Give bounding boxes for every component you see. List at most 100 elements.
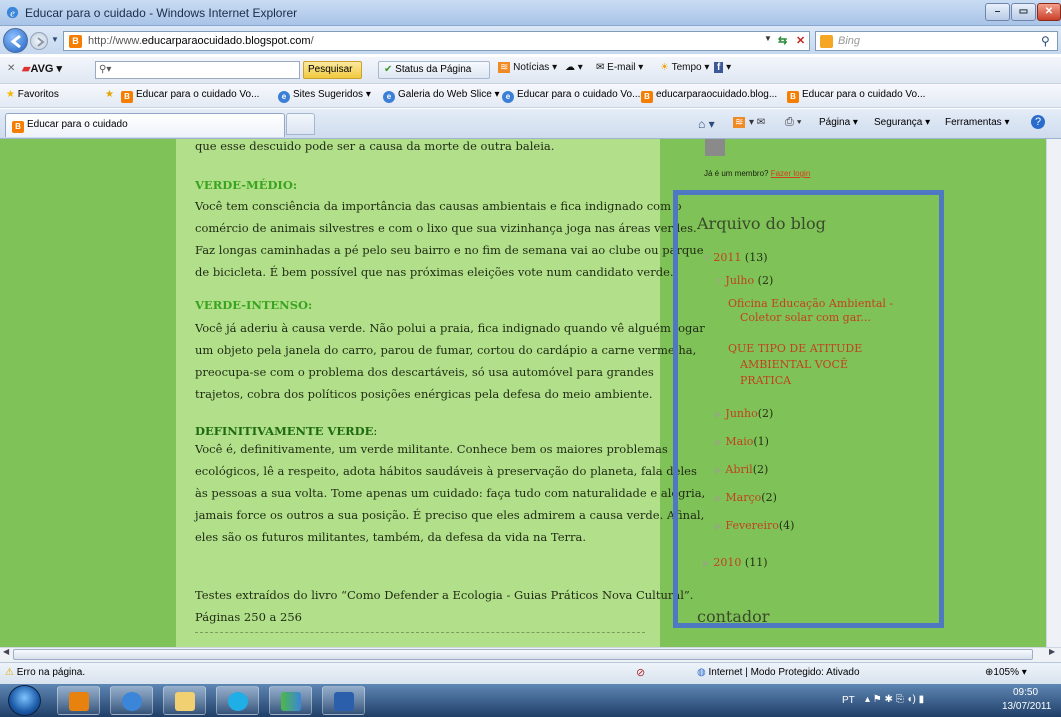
archive-month-julho[interactable]: ▼ Julho (2) [715,274,773,287]
taskbar-word[interactable] [322,686,365,715]
horizontal-scroll-thumb[interactable] [13,649,1033,660]
zoom-level[interactable]: ⊕105% ▾ [985,667,1027,678]
post-line: Você já aderiu à causa verde. Não polui … [195,321,705,335]
heading-definitivamente-verde: DEFINITIVAMENTE VERDE: [195,424,378,438]
clock-date[interactable]: 13/07/2011 [1002,701,1051,712]
email-button[interactable]: ✉ E-mail ▾ [596,62,643,73]
protected-mode-status[interactable]: ◍ Internet | Modo Protegido: Ativado [697,667,860,678]
archive-month-fevereiro[interactable]: ▶ Fevereiro(4) [715,519,794,532]
status-da-pagina-button[interactable]: ✔ Status da Página [378,61,490,79]
favorites-button[interactable]: ★ Favoritos [6,89,59,100]
taskbar-skype[interactable] [216,686,259,715]
globe-icon: ◍ [697,667,706,678]
scroll-right-icon[interactable]: ▶ [1049,647,1055,656]
heading-verde-intenso: VERDE-INTENSO: [195,298,313,312]
print-icon[interactable]: ⎙ ▾ [785,116,801,129]
archive-month-marco[interactable]: ▶ Março(2) [715,491,777,504]
window-title: Educar para o cuidado - Windows Internet… [25,6,298,20]
warning-icon: ⚠ [5,667,14,678]
pesquisar-button[interactable]: Pesquisar [303,61,362,79]
privacy-icon[interactable]: ⊘ [636,666,645,679]
taskbar-internet-explorer[interactable] [110,686,153,715]
heading-verde-medio: VERDE-MÉDIO: [195,178,298,192]
search-placeholder: Bing [838,35,861,47]
avatar [705,139,725,156]
feeds-icon[interactable]: ≋ [733,117,746,128]
svg-text:e: e [10,8,15,19]
taskbar-explorer[interactable] [163,686,206,715]
pagina-menu[interactable]: Página ▾ [819,117,858,128]
bookmark-educarparaocuidado[interactable]: Beducarparaocuidado.blog... [641,89,777,103]
taskbar-outlook[interactable] [57,686,100,715]
collapsed-triangle-icon: ▶ [715,410,722,420]
forward-button[interactable] [30,32,48,50]
taskbar-messenger[interactable] [269,686,312,715]
close-toolbar-icon[interactable]: ✕ [7,63,15,74]
ie-logo-icon: e [6,6,19,19]
skype-icon [228,692,248,711]
archive-year-2010[interactable]: ▶ 2010 (11) [703,556,768,569]
search-icon[interactable]: ⚲ [1041,34,1050,48]
language-indicator[interactable]: PT [842,695,855,706]
archive-month-maio[interactable]: ▶ Maio(1) [715,435,769,448]
post-line: um objeto pela janela do carro, parou de… [195,343,697,357]
archive-post-atitude[interactable]: QUE TIPO DE ATITUDE AMBIENTAL VOCÊ PRATICA [728,341,862,389]
minimize-button[interactable]: – [985,3,1010,21]
tab-educar-para-o-cuidado[interactable]: B Educar para o cuidado [5,113,285,137]
ferramentas-menu[interactable]: Ferramentas ▾ [945,117,1009,128]
collapsed-triangle-icon: ▶ [715,522,722,532]
address-dropdown-icon[interactable]: ▼ [764,34,772,43]
contador-title: contador [697,607,770,626]
tempo-button[interactable]: ☀ Tempo ▾ [660,62,709,73]
archive-month-abril[interactable]: ▶ Abril(2) [715,463,768,476]
start-button[interactable] [8,685,41,716]
seguranca-menu[interactable]: Segurança ▾ [874,117,930,128]
maximize-button[interactable]: ▭ [1011,3,1036,21]
login-link[interactable]: Fazer login [771,169,811,178]
address-bar[interactable]: B http://www.educarparaocuidado.blogspot… [63,31,810,51]
source-line: Testes extraídos do livro “Como Defender… [195,588,694,602]
archive-title: Arquivo do blog [697,214,826,233]
page-error-status[interactable]: ⚠ Erro na página. [5,667,85,678]
home-icon[interactable]: ⌂ ▾ [698,117,715,131]
weather-icon[interactable]: ☁ ▾ [565,62,583,73]
stop-icon[interactable]: ✕ [796,34,805,47]
close-window-button[interactable]: ✕ [1037,3,1061,21]
post-line: Você é, definitivamente, um verde milita… [195,442,668,456]
post-line: que esse descuido pode ser a causa da mo… [195,139,555,153]
expanded-triangle-icon: ▼ [715,277,722,287]
history-dropdown-icon[interactable]: ▼ [51,35,59,44]
back-button[interactable] [3,28,28,53]
refresh-icon[interactable]: ⇆ [778,34,787,47]
bookmark-educar-2[interactable]: e Educar para o cuidado Vo... [502,89,640,103]
post-line: eles são os futuros militantes, também, … [195,530,587,544]
post-line: Você tem consciência da importância das … [195,199,682,213]
bookmark-sites-sugeridos[interactable]: e Sites Sugeridos ▾ [278,89,371,103]
clock-time[interactable]: 09:50 [1013,687,1038,698]
search-box[interactable]: Bing ⚲ [815,31,1058,51]
blogger-favicon-icon: B [69,35,82,48]
help-icon[interactable]: ? [1031,115,1045,129]
bookmark-educar-1[interactable]: B Educar para o cuidado Vo... [121,89,259,103]
bookmark-educar-3[interactable]: B Educar para o cuidado Vo... [787,89,925,103]
feeds-dropdown-icon[interactable]: ▾ ✉ [749,117,765,128]
add-favorite-icon[interactable]: ★ [105,89,114,100]
bookmark-galeria-web-slice[interactable]: e Galeria do Web Slice ▾ [383,89,500,103]
archive-post-oficina[interactable]: Oficina Educação Ambiental - Coletor sola… [728,297,893,325]
vertical-scrollbar[interactable] [1046,139,1061,647]
post-line: ecológicos, lê a respeito, adota hábitos… [195,464,697,478]
tray-icons[interactable]: ▴ ⚑ ✱ ⎘ ◖) ▮ [865,694,924,705]
archive-year-2011[interactable]: ▼ 2011 (13) [703,251,768,264]
word-icon [334,692,354,711]
noticias-button[interactable]: ≋ Notícias ▾ [498,62,557,73]
post-line: preocupa-se com o problema dos descartáv… [195,365,654,379]
facebook-icon[interactable]: f ▾ [714,62,731,73]
post-line: de bicicleta. É bem possível que nas pró… [195,265,674,279]
new-tab-button[interactable] [286,113,315,135]
avg-logo[interactable]: ▰AVG ▾ [22,62,62,75]
source-line: Páginas 250 a 256 [195,610,303,624]
archive-month-junho[interactable]: ▶ Junho(2) [715,407,773,420]
avg-search-input[interactable]: ⚲▾ [95,61,300,79]
outlook-icon [69,692,89,711]
scroll-left-icon[interactable]: ◀ [3,647,9,656]
